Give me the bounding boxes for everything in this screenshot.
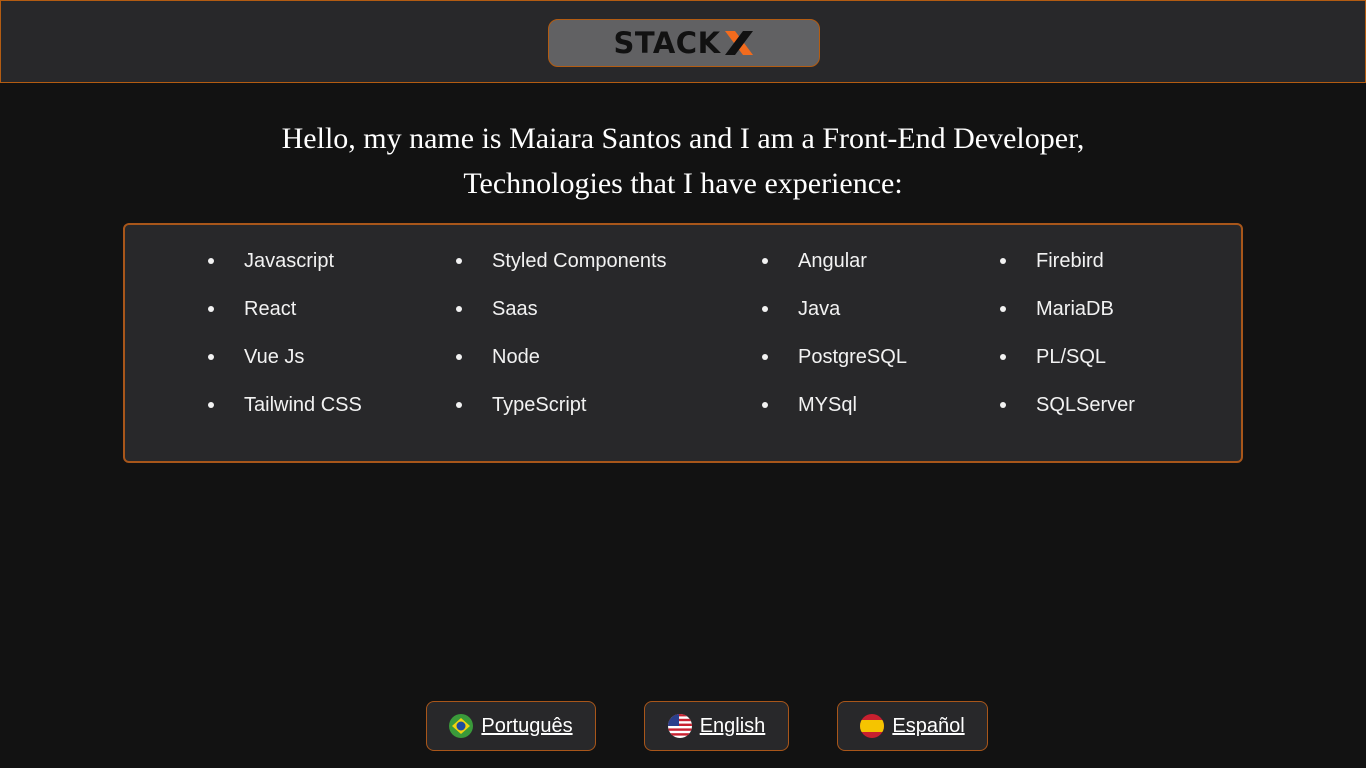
tech-item: Angular (762, 237, 907, 285)
tech-item: Tailwind CSS (208, 381, 362, 429)
tech-item: Firebird (1000, 237, 1135, 285)
logo-wordmark: STACK (613, 26, 721, 60)
language-button-portuguese[interactable]: Português (426, 701, 596, 751)
tech-item: PL/SQL (1000, 333, 1135, 381)
tech-list-column-4: Firebird MariaDB PL/SQL SQLServer (1000, 237, 1135, 429)
intro-line-2: Technologies that I have experience: (463, 167, 903, 200)
tech-list-column-2: Styled Components Saas Node TypeScript (456, 237, 667, 429)
language-label: English (699, 714, 766, 737)
logo-text: STACK (613, 26, 754, 60)
tech-item: Vue Js (208, 333, 362, 381)
intro-line-1: Hello, my name is Maiara Santos and I am… (281, 122, 1085, 155)
logo-x-icon (724, 31, 753, 55)
tech-item: MariaDB (1000, 285, 1135, 333)
tech-item: MYSql (762, 381, 907, 429)
tech-item: React (208, 285, 362, 333)
technologies-panel: Javascript React Vue Js Tailwind CSS Sty… (123, 223, 1243, 463)
tech-item: Saas (456, 285, 667, 333)
intro-text: Hello, my name is Maiara Santos and I am… (0, 116, 1366, 206)
tech-item: Node (456, 333, 667, 381)
usa-flag-icon (667, 714, 692, 738)
language-label: Português (481, 714, 573, 737)
tech-item: SQLServer (1000, 381, 1135, 429)
tech-list-column-1: Javascript React Vue Js Tailwind CSS (208, 237, 362, 429)
tech-item: Java (762, 285, 907, 333)
language-label: Español (892, 714, 965, 737)
tech-item: PostgreSQL (762, 333, 907, 381)
tech-list-column-3: Angular Java PostgreSQL MYSql (762, 237, 907, 429)
tech-item: Javascript (208, 237, 362, 285)
brazil-flag-icon (449, 714, 474, 738)
spain-flag-icon (860, 714, 885, 738)
logo[interactable]: STACK (548, 19, 820, 67)
tech-item: TypeScript (456, 381, 667, 429)
language-button-english[interactable]: English (644, 701, 789, 751)
language-button-spanish[interactable]: Español (837, 701, 988, 751)
tech-item: Styled Components (456, 237, 667, 285)
header-bar: STACK (0, 0, 1366, 83)
